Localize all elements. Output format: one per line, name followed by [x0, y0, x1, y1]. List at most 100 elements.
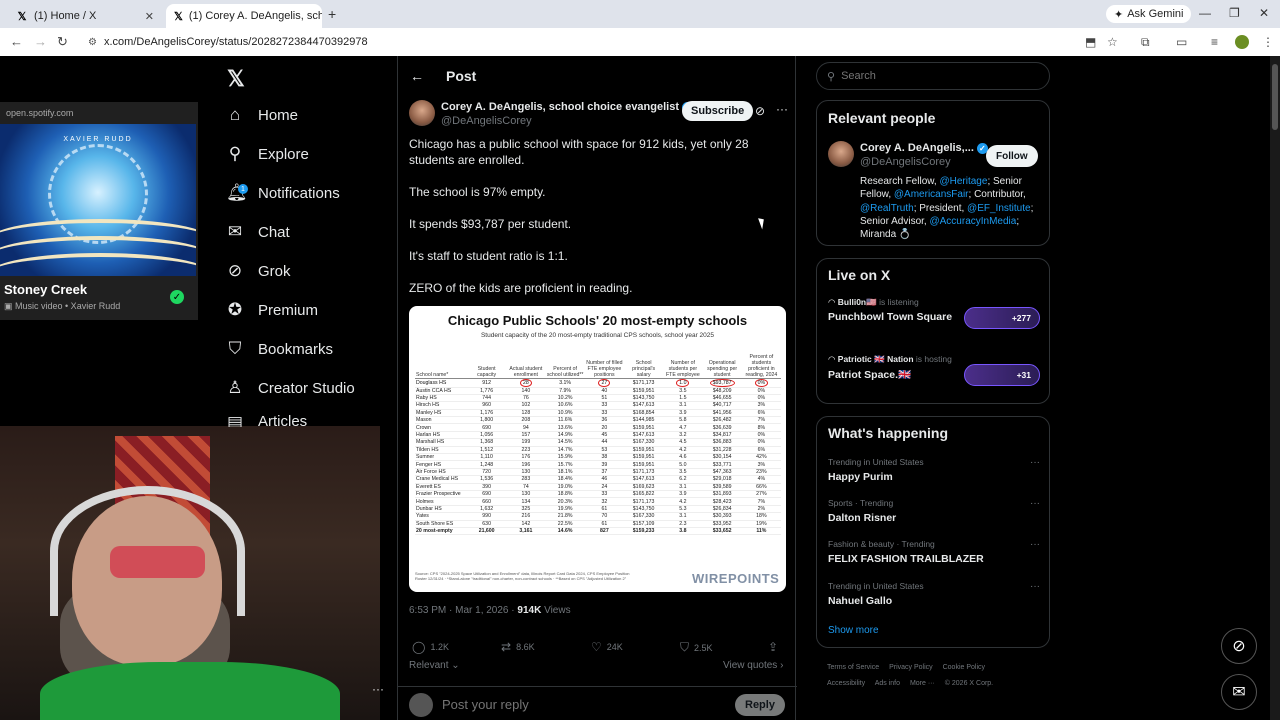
footer-link[interactable]: Ads info	[875, 680, 900, 687]
cell-value: 1.5	[679, 395, 687, 402]
search-box[interactable]: ⚲	[816, 62, 1050, 90]
nav-home[interactable]: ⌂ Home	[226, 102, 298, 128]
cell-value: 6%	[757, 446, 766, 453]
media-controls-icon[interactable]: ≡	[1211, 35, 1218, 49]
scrollbar-thumb[interactable]	[1272, 64, 1278, 130]
restore-icon[interactable]: ❐	[1229, 6, 1240, 20]
person-avatar[interactable]	[828, 141, 854, 167]
nav-bookmarks[interactable]: ⛉ Bookmarks	[226, 336, 333, 362]
messages-fab-icon[interactable]: ✉	[1221, 674, 1257, 710]
author-handle[interactable]: @DeAngelisCorey	[441, 115, 532, 127]
nav-premium[interactable]: ✪ Premium	[226, 297, 318, 323]
table-cell: Tilden HS	[415, 446, 467, 455]
nav-notifications[interactable]: 🔔︎ 1 Notifications	[226, 180, 340, 206]
reply-input[interactable]	[442, 697, 692, 712]
reload-icon[interactable]: ↻	[57, 34, 68, 50]
trend-item[interactable]: Sports · Trending Dalton Risner ···	[828, 498, 1040, 524]
bookmark-star-icon[interactable]: ☆	[1107, 35, 1118, 49]
back-icon[interactable]: ←	[10, 34, 23, 49]
trend-name: FELIX FASHION TRAILBLAZER	[828, 553, 984, 565]
address-bar[interactable]: ⚙ x.com/DeAngelisCorey/status/2028272384…	[80, 31, 1130, 53]
bio-mention-link[interactable]: @RealTruth	[860, 203, 914, 214]
bio-mention-link[interactable]: @EF_Institute	[967, 203, 1031, 214]
extensions-icon[interactable]: ⧉	[1141, 35, 1150, 50]
author-name[interactable]: Corey A. DeAngelis, school choice evange…	[441, 101, 693, 113]
reply-button[interactable]: Reply	[735, 694, 785, 716]
table-cell: 15.9%	[545, 453, 585, 462]
table-cell: 3.5	[663, 468, 703, 477]
new-tab-icon[interactable]: +	[328, 6, 336, 22]
close-window-icon[interactable]: ✕	[1259, 6, 1269, 20]
minimize-icon[interactable]: —	[1199, 6, 1211, 20]
reply-sort-dropdown[interactable]: Relevant ⌄	[409, 660, 460, 671]
back-arrow-icon[interactable]: ←	[410, 68, 424, 84]
nav-articles[interactable]: ▤ Articles	[226, 413, 307, 427]
post-image[interactable]: Chicago Public Schools' 20 most-empty sc…	[409, 306, 786, 592]
table-header-cell: Number of filled FTE employee positions	[584, 346, 624, 379]
ask-gemini-button[interactable]: ✦ Ask Gemini	[1106, 5, 1192, 23]
trend-more-icon[interactable]: ···	[1030, 457, 1040, 468]
nav-label: Creator Studio	[258, 379, 355, 397]
account-more-icon[interactable]: ···	[372, 682, 384, 696]
grok-explain-icon[interactable]: ⊘	[755, 104, 765, 118]
footer-link[interactable]: Terms of Service	[827, 664, 879, 671]
forward-icon[interactable]: →	[34, 34, 47, 49]
highlighted-value: 27	[598, 378, 611, 387]
trend-item[interactable]: Trending in United States Happy Purim ··…	[828, 457, 1040, 483]
browser-menu-icon[interactable]: ⋮	[1262, 35, 1274, 49]
cell-value: 4%	[757, 476, 766, 483]
bio-mention-link[interactable]: @AmericansFair	[894, 189, 969, 200]
cell-value: $147,613	[632, 476, 655, 483]
repost-action[interactable]: ⇄ 8.6K	[501, 640, 535, 654]
trend-more-icon[interactable]: ···	[1030, 581, 1040, 592]
live-listeners-pill[interactable]: +277	[964, 307, 1040, 329]
split-view-icon[interactable]: ▭	[1176, 35, 1187, 49]
bookmark-action[interactable]: ⛉ 2.5K	[680, 640, 713, 655]
site-info-icon[interactable]: ⚙	[88, 37, 97, 48]
live-listeners-pill[interactable]: +31	[964, 364, 1040, 386]
subscribe-button[interactable]: Subscribe	[682, 101, 754, 121]
nav-creator-studio[interactable]: ♙ Creator Studio	[226, 375, 355, 401]
saved-check-icon[interactable]: ✓	[170, 290, 184, 304]
table-row: Fenger HS 1,248 196 15.7% 39 $159,951 5.0 $33,7…	[415, 460, 781, 469]
chevron-down-icon: ⌄	[448, 660, 460, 671]
nav-explore[interactable]: ⚲ Explore	[226, 141, 309, 167]
footer-link[interactable]: Privacy Policy	[889, 664, 933, 671]
footer-link[interactable]: Cookie Policy	[943, 664, 985, 671]
spotify-pip-window[interactable]: open.spotify.com XAVIER RUDD Stoney Cree…	[0, 102, 198, 320]
profile-avatar[interactable]	[1235, 35, 1249, 49]
footer-link[interactable]: More ···	[910, 680, 935, 687]
trend-more-icon[interactable]: ···	[1030, 498, 1040, 509]
live-space-item[interactable]: ◠ Bulli0n🇺🇸 is listening Punchbowl Town …	[828, 297, 1040, 329]
install-app-icon[interactable]: ⬒	[1085, 35, 1096, 49]
live-space-item[interactable]: ◠ Patriotic 🇬🇧 Nation is hosting Patriot…	[828, 354, 1040, 386]
reply-action[interactable]: ◯ 1.2K	[412, 640, 449, 654]
trend-more-icon[interactable]: ···	[1030, 539, 1040, 550]
x-logo-icon[interactable]: 𝕏	[227, 66, 245, 92]
bio-mention-link[interactable]: @AccuracyInMedia	[929, 216, 1016, 227]
trend-item[interactable]: Fashion & beauty · Trending FELIX FASHIO…	[828, 539, 1040, 565]
page-scrollbar[interactable]	[1270, 56, 1280, 720]
follow-button[interactable]: Follow	[986, 145, 1038, 167]
nav-grok[interactable]: ⊘ Grok	[226, 258, 291, 284]
person-handle[interactable]: @DeAngelisCorey	[860, 156, 951, 168]
search-input[interactable]	[841, 70, 1032, 82]
post-more-icon[interactable]: ···	[776, 102, 788, 116]
table-cell: 3.1	[663, 401, 703, 410]
share-action[interactable]: ⇪	[768, 640, 778, 654]
trend-item[interactable]: Trending in United States Nahuel Gallo ·…	[828, 581, 1040, 607]
show-more-link[interactable]: Show more	[828, 625, 879, 636]
like-action[interactable]: ♡ 24K	[591, 640, 623, 654]
nav-chat[interactable]: ✉ Chat	[226, 219, 290, 245]
cell-value: 208	[521, 417, 531, 424]
footer-link[interactable]: Accessibility	[827, 680, 865, 687]
person-name[interactable]: Corey A. DeAngelis,... ✓	[860, 142, 988, 154]
browser-tab-home[interactable]: 𝕏 (1) Home / X ✕	[8, 4, 162, 28]
bio-mention-link[interactable]: @Heritage	[939, 176, 987, 187]
close-tab-icon[interactable]: ✕	[145, 10, 154, 23]
grok-fab-icon[interactable]: ⊘	[1221, 628, 1257, 664]
browser-tab-post[interactable]: 𝕏 (1) Corey A. DeAngelis, school c ✕	[166, 4, 322, 28]
table-cell: $159,951	[624, 423, 664, 432]
author-avatar[interactable]	[409, 100, 435, 126]
view-quotes-link[interactable]: View quotes ›	[723, 660, 783, 671]
